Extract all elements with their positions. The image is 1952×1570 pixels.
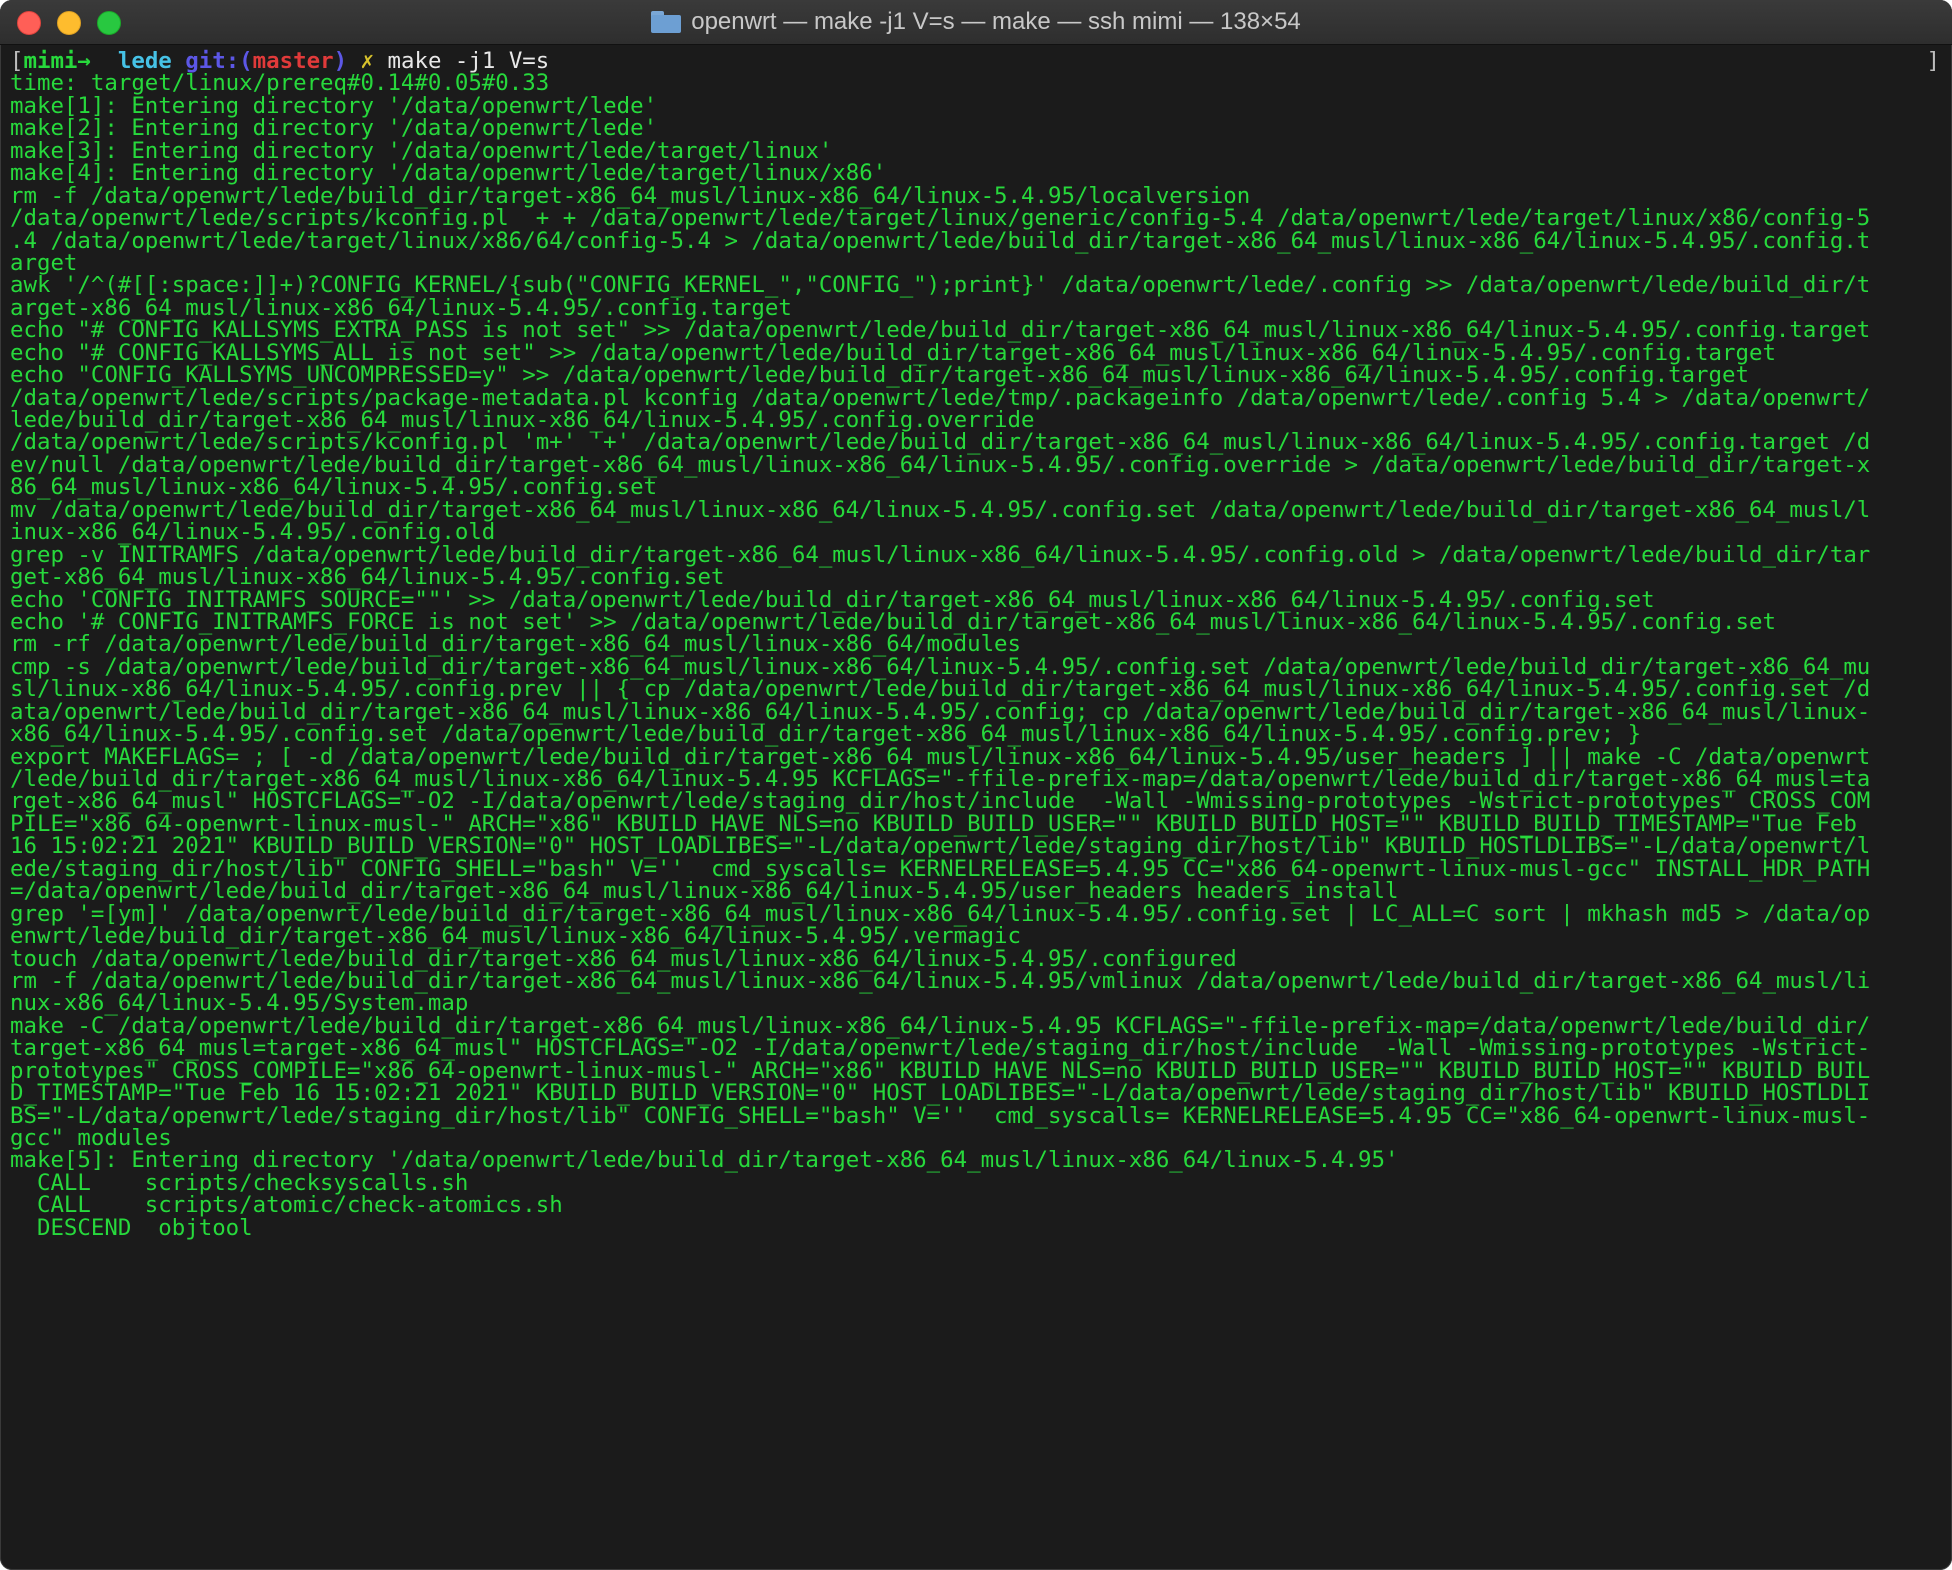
output-line: nux-x86_64/linux-5.4.95/System.map bbox=[10, 990, 469, 1017]
output-line: arget-x86_64_musl/linux-x86_64/linux-5.4… bbox=[10, 294, 792, 321]
prompt-open-bracket: [ bbox=[10, 48, 24, 74]
output-line: make[3]: Entering directory '/data/openw… bbox=[10, 137, 833, 164]
output-line: mv /data/openwrt/lede/build_dir/target-x… bbox=[10, 496, 1871, 523]
terminal-window: openwrt — make -j1 V=s — make — ssh mimi… bbox=[0, 0, 1952, 1570]
output-line: 86_64_musl/linux-x86_64/linux-5.4.95/.co… bbox=[10, 474, 658, 501]
output-line: make[4]: Entering directory '/data/openw… bbox=[10, 160, 887, 187]
prompt-line: [mimi→ lede git:(master) ✗ make -j1 V=s] bbox=[10, 48, 1952, 74]
prompt-git-label: git:( bbox=[185, 48, 253, 74]
output-line: BS="-L/data/openwrt/lede/staging_dir/hos… bbox=[10, 1102, 1871, 1129]
output-line: cmp -s /data/openwrt/lede/build_dir/targ… bbox=[10, 653, 1871, 680]
prompt-directory: lede bbox=[117, 48, 172, 74]
command-output: time: target/linux/prereq#0.14#0.05#0.33… bbox=[10, 72, 1952, 1239]
output-line: lede/build_dir/target-x86_64_musl/linux-… bbox=[10, 407, 1035, 433]
output-line: D_TIMESTAMP="Tue Feb 16 15:02:21 2021" K… bbox=[10, 1080, 1871, 1107]
output-line: inux-x86_64/linux-5.4.95/.config.old bbox=[10, 519, 496, 546]
dirty-status-icon: ✗ bbox=[360, 48, 375, 74]
output-line: time: target/linux/prereq#0.14#0.05#0.33 bbox=[10, 70, 550, 97]
output-line: grep -v INITRAMFS /data/openwrt/lede/bui… bbox=[10, 541, 1871, 568]
output-line: 16 15:02:21 2021" KBUILD_BUILD_VERSION="… bbox=[10, 833, 1871, 860]
terminal-content[interactable]: [mimi→ lede git:(master) ✗ make -j1 V=s]… bbox=[0, 44, 1952, 1570]
output-line: /data/openwrt/lede/scripts/package-metad… bbox=[10, 384, 1871, 411]
output-line: ev/null /data/openwrt/lede/build_dir/tar… bbox=[10, 451, 1871, 478]
output-line: sl/linux-x86_64/linux-5.4.95/.config.pre… bbox=[10, 676, 1871, 703]
output-line: =/data/openwrt/lede/build_dir/target-x86… bbox=[10, 878, 1399, 905]
output-line: echo "# CONFIG_KALLSYMS_ALL is not set" … bbox=[10, 339, 1776, 366]
window-title: openwrt — make -j1 V=s — make — ssh mimi… bbox=[691, 8, 1301, 35]
output-line: CALL scripts/atomic/check-atomics.sh bbox=[10, 1192, 563, 1219]
output-line: make[1]: Entering directory '/data/openw… bbox=[10, 92, 658, 119]
output-line: /lede/build_dir/target-x86_64_musl/linux… bbox=[10, 766, 1871, 792]
output-line: ata/openwrt/lede/build_dir/target-x86_64… bbox=[10, 698, 1871, 725]
prompt-arrow-icon: → bbox=[77, 48, 91, 74]
output-line: target-x86_64_musl=target-x86_64_musl" H… bbox=[10, 1035, 1871, 1062]
output-line: make -C /data/openwrt/lede/build_dir/tar… bbox=[10, 1012, 1871, 1039]
output-line: gcc" modules bbox=[10, 1125, 172, 1151]
output-line: rm -rf /data/openwrt/lede/build_dir/targ… bbox=[10, 631, 1022, 658]
prompt-user: mimi bbox=[23, 48, 78, 74]
output-line: export MAKEFLAGS= ; [ -d /data/openwrt/l… bbox=[10, 743, 1871, 770]
prompt-git-close: ) bbox=[333, 48, 348, 74]
output-line: echo 'CONFIG_INITRAMFS_SOURCE=""' >> /da… bbox=[10, 586, 1655, 613]
output-line: grep '=[ym]' /data/openwrt/lede/build_di… bbox=[10, 900, 1871, 927]
output-line: enwrt/lede/build_dir/target-x86_64_musl/… bbox=[10, 923, 1022, 950]
output-line: .4 /data/openwrt/lede/target/linux/x86/6… bbox=[10, 227, 1871, 254]
output-line: make[5]: Entering directory '/data/openw… bbox=[10, 1147, 1399, 1174]
output-line: rm -f /data/openwrt/lede/build_dir/targe… bbox=[10, 967, 1871, 994]
output-line: ede/staging_dir/host/lib" CONFIG_SHELL="… bbox=[10, 855, 1871, 882]
output-line: /data/openwrt/lede/scripts/kconfig.pl 'm… bbox=[10, 429, 1871, 456]
output-line: rm -f /data/openwrt/lede/build_dir/targe… bbox=[10, 182, 1251, 209]
output-line: get-x86_64_musl/linux-x86_64/linux-5.4.9… bbox=[10, 564, 725, 591]
title-bar: openwrt — make -j1 V=s — make — ssh mimi… bbox=[0, 0, 1952, 45]
output-line: PILE="x86_64-openwrt-linux-musl-" ARCH="… bbox=[10, 810, 1857, 837]
output-line: awk '/^(#[[:space:]]+)?CONFIG_KERNEL/{su… bbox=[10, 272, 1871, 299]
output-line: echo "CONFIG_KALLSYMS_UNCOMPRESSED=y" >>… bbox=[10, 362, 1749, 389]
output-line: echo '# CONFIG_INITRAMFS_FORCE is not se… bbox=[10, 608, 1776, 635]
output-line: echo "# CONFIG_KALLSYMS_EXTRA_PASS is no… bbox=[10, 317, 1871, 344]
folder-icon bbox=[651, 11, 682, 33]
output-line: rget-x86_64_musl" HOSTCFLAGS="-O2 -I/dat… bbox=[10, 788, 1871, 815]
output-line: prototypes" CROSS_COMPILE="x86_64-openwr… bbox=[10, 1057, 1871, 1084]
output-line: touch /data/openwrt/lede/build_dir/targe… bbox=[10, 945, 1237, 972]
prompt-close-bracket: ] bbox=[1926, 48, 1940, 74]
prompt-git-branch: master bbox=[252, 48, 334, 74]
output-line: DESCEND objtool bbox=[10, 1214, 253, 1241]
output-line: arget bbox=[10, 249, 78, 276]
window-title-wrap: openwrt — make -j1 V=s — make — ssh mimi… bbox=[0, 0, 1952, 44]
output-line: x86_64/linux-5.4.95/.config.set /data/op… bbox=[10, 721, 1642, 748]
output-line: CALL scripts/checksyscalls.sh bbox=[10, 1169, 469, 1196]
output-line: /data/openwrt/lede/scripts/kconfig.pl + … bbox=[10, 205, 1871, 232]
output-line: make[2]: Entering directory '/data/openw… bbox=[10, 115, 658, 142]
prompt-command: make -j1 V=s bbox=[387, 48, 550, 74]
